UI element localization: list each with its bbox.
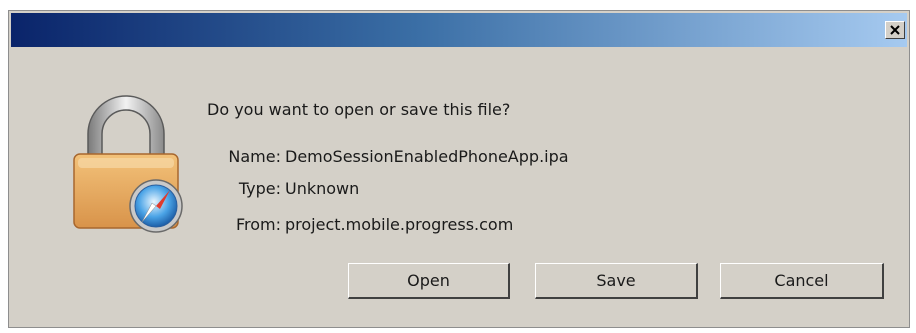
- cancel-button[interactable]: Cancel: [720, 263, 884, 299]
- from-value: project.mobile.progress.com: [285, 215, 514, 234]
- name-label: Name:: [228, 147, 281, 166]
- save-button[interactable]: Save: [535, 263, 698, 299]
- close-icon: [890, 25, 900, 35]
- title-bar[interactable]: [11, 13, 907, 47]
- close-button[interactable]: [885, 21, 905, 39]
- type-label: Type:: [238, 179, 281, 198]
- name-value: DemoSessionEnabledPhoneApp.ipa: [285, 147, 569, 166]
- from-label: From:: [235, 215, 281, 234]
- file-download-dialog: Do you want to open or save this file? N…: [8, 10, 910, 328]
- type-value: Unknown: [285, 179, 360, 198]
- padlock-compass-icon: [73, 95, 183, 233]
- open-button[interactable]: Open: [348, 263, 510, 299]
- prompt-question: Do you want to open or save this file?: [207, 100, 511, 119]
